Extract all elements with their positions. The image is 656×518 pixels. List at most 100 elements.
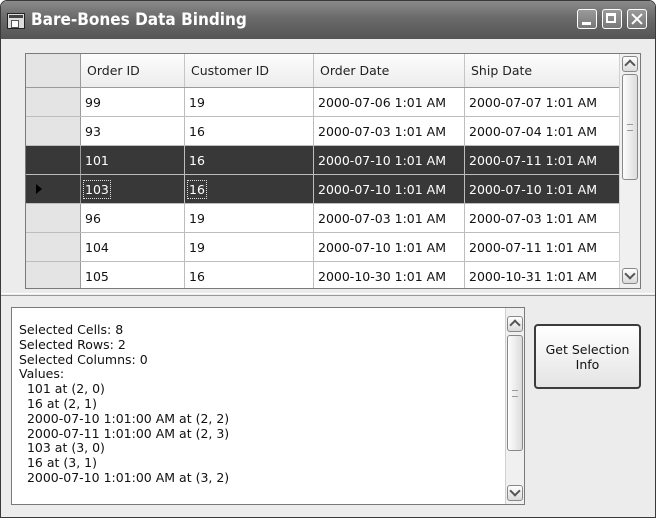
cell-text: 99 [85, 94, 101, 110]
cell-text: 19 [189, 210, 205, 226]
table-row[interactable]: 105 16 2000-10-30 1:01 AM 2000-10-31 1:01 A… [26, 261, 622, 288]
info-line: Values: [19, 366, 65, 382]
row-header-corner[interactable] [26, 54, 81, 88]
cell-text: 2000-07-04 1:01 AM [469, 123, 597, 139]
cell-customer-id[interactable]: 16 [184, 261, 314, 288]
info-line: Selected Rows: 2 [19, 336, 126, 352]
cell-text: 2000-07-06 1:01 AM [318, 94, 446, 110]
cell-text: 2000-07-10 1:01 AM [318, 181, 446, 197]
table-row[interactable]: 99 19 2000-07-06 1:01 AM 2000-07-07 1:01 AM [26, 87, 622, 117]
cell-text: 2000-07-10 1:01 AM [318, 239, 446, 255]
cell-customer-id[interactable]: 19 [184, 87, 314, 117]
cell-customer-id[interactable]: 16 [184, 145, 314, 175]
cell-text: 2000-07-03 1:01 AM [318, 123, 446, 139]
cell-customer-id[interactable]: 19 [184, 203, 314, 233]
info-line: 2000-07-11 1:01:00 AM at (2, 3) [19, 425, 230, 441]
info-line: 16 at (3, 1) [19, 455, 97, 471]
cell-order-id[interactable]: 93 [80, 116, 185, 146]
grid-table: Order ID Customer ID Order Date Ship Dat… [26, 54, 622, 288]
cell-customer-id[interactable]: 16 [184, 174, 314, 204]
close-button[interactable] [627, 9, 647, 29]
cell-text: 2000-10-31 1:01 AM [469, 268, 597, 284]
info-line: 2000-07-10 1:01:00 AM at (2, 2) [19, 410, 230, 426]
cell-order-id[interactable]: 104 [80, 232, 185, 262]
cell-order-id[interactable]: 103 [80, 174, 185, 204]
table-row[interactable]: 104 19 2000-07-10 1:01 AM 2000-07-11 1:01 A… [26, 232, 622, 262]
cell-text: 2000-07-07 1:01 AM [469, 94, 597, 110]
column-header-order-date[interactable]: Order Date [313, 54, 465, 88]
cell-customer-id[interactable]: 19 [184, 232, 314, 262]
cell-order-date[interactable]: 2000-07-06 1:01 AM [313, 87, 465, 117]
column-header-ship-date[interactable]: Ship Date [464, 54, 622, 88]
window-title: Bare-Bones Data Binding [31, 10, 247, 30]
row-header[interactable] [26, 232, 81, 262]
cell-ship-date[interactable]: 2000-07-04 1:01 AM [464, 116, 622, 146]
row-header[interactable] [26, 116, 81, 146]
info-scroll-down-icon[interactable] [507, 485, 523, 501]
get-selection-info-button[interactable]: Get Selection Info [534, 324, 641, 389]
row-header[interactable] [26, 145, 81, 175]
data-grid[interactable]: Order ID Customer ID Order Date Ship Dat… [25, 53, 641, 289]
selection-info-text: Selected Cells: 8 Selected Rows: 2 Selecte… [19, 322, 230, 486]
cell-text: 19 [189, 94, 205, 110]
info-scroll-up-icon[interactable] [507, 316, 523, 332]
cell-ship-date[interactable]: 2000-10-31 1:01 AM [464, 261, 622, 288]
cell-text: 2000-10-30 1:01 AM [318, 268, 446, 284]
cell-order-date[interactable]: 2000-07-10 1:01 AM [313, 232, 465, 262]
cell-ship-date[interactable]: 2000-07-07 1:01 AM [464, 87, 622, 117]
cell-ship-date[interactable]: 2000-07-11 1:01 AM [464, 145, 622, 175]
info-line: 101 at (2, 0) [19, 381, 105, 397]
cell-text: 2000-07-11 1:01 AM [469, 239, 597, 255]
table-row[interactable]: 93 16 2000-07-03 1:01 AM 2000-07-04 1:01 AM [26, 116, 622, 146]
row-header[interactable] [26, 203, 81, 233]
grid-scroll-up-icon[interactable] [622, 56, 638, 72]
grid-scroll-thumb[interactable] [622, 74, 638, 180]
cell-order-date[interactable]: 2000-07-03 1:01 AM [313, 116, 465, 146]
cell-text: 93 [85, 123, 101, 139]
row-header[interactable] [26, 261, 81, 288]
cell-order-id[interactable]: 101 [80, 145, 185, 175]
cell-text: 101 [85, 152, 109, 168]
cell-text: 2000-07-10 1:01 AM [469, 181, 597, 197]
info-line: 103 at (3, 0) [19, 440, 105, 456]
table-row[interactable]: 101 16 2000-07-10 1:01 AM 2000-07-11 1:01 A… [26, 145, 622, 175]
info-vertical-scrollbar[interactable] [505, 308, 524, 504]
info-line: 2000-07-10 1:01:00 AM at (3, 2) [19, 469, 230, 485]
cell-text: 2000-07-11 1:01 AM [469, 152, 597, 168]
cell-order-date[interactable]: 2000-07-03 1:01 AM [313, 203, 465, 233]
cell-order-id[interactable]: 96 [80, 203, 185, 233]
grid-vertical-scrollbar[interactable] [619, 54, 640, 288]
info-line: Selected Columns: 0 [19, 351, 148, 367]
cell-text: 103 [83, 179, 111, 199]
cell-order-id[interactable]: 99 [80, 87, 185, 117]
column-header-customer-id[interactable]: Customer ID [184, 54, 314, 88]
cell-order-date[interactable]: 2000-10-30 1:01 AM [313, 261, 465, 288]
row-header[interactable] [26, 174, 81, 204]
cell-ship-date[interactable]: 2000-07-03 1:01 AM [464, 203, 622, 233]
cell-ship-date[interactable]: 2000-07-10 1:01 AM [464, 174, 622, 204]
app-window: Bare-Bones Data Binding Order ID Custome… [0, 0, 656, 518]
cell-order-id[interactable]: 105 [80, 261, 185, 288]
info-line: Selected Cells: 8 [19, 322, 124, 337]
row-header[interactable] [26, 87, 81, 117]
table-row[interactable]: 96 19 2000-07-03 1:01 AM 2000-07-03 1:01 AM [26, 203, 622, 233]
table-row[interactable]: 103 16 2000-07-10 1:01 AM 2000-07-10 1:01 A… [26, 174, 622, 204]
cell-ship-date[interactable]: 2000-07-11 1:01 AM [464, 232, 622, 262]
app-window-icon[interactable] [7, 13, 25, 29]
cell-text: 96 [85, 210, 101, 226]
cell-order-date[interactable]: 2000-07-10 1:01 AM [313, 174, 465, 204]
maximize-button[interactable] [602, 9, 622, 29]
current-row-arrow-icon [36, 183, 42, 194]
info-line: 16 at (2, 1) [19, 395, 97, 411]
column-header-order-id[interactable]: Order ID [80, 54, 185, 88]
splitter[interactable] [1, 293, 655, 296]
minimize-button[interactable] [577, 9, 597, 29]
grid-scroll-down-icon[interactable] [622, 268, 638, 284]
info-scroll-thumb[interactable] [507, 335, 523, 451]
cell-order-date[interactable]: 2000-07-10 1:01 AM [313, 145, 465, 175]
cell-customer-id[interactable]: 16 [184, 116, 314, 146]
title-bar[interactable]: Bare-Bones Data Binding [1, 1, 655, 39]
selection-info-textbox[interactable]: Selected Cells: 8 Selected Rows: 2 Selecte… [11, 307, 525, 505]
cell-text: 104 [85, 239, 109, 255]
cell-text: 16 [187, 179, 207, 199]
